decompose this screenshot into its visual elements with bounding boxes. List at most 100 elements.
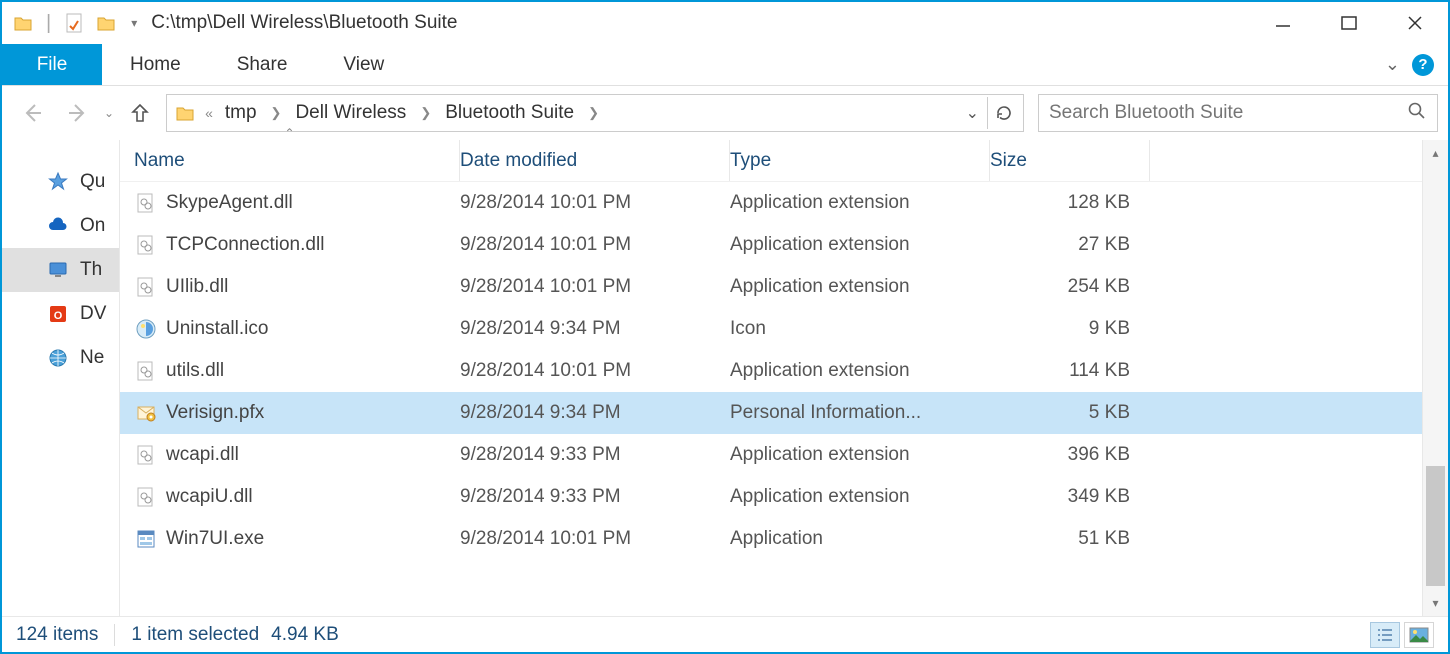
file-size: 349 KB	[990, 486, 1150, 508]
sidebar-item-label: Th	[80, 259, 102, 281]
column-headers: ⌃ Name Date modified Type Size	[120, 140, 1422, 182]
sidebar-item[interactable]: On	[2, 204, 119, 248]
recent-locations-icon[interactable]: ⌄	[104, 106, 114, 120]
address-dropdown-icon[interactable]: ⌄	[962, 99, 983, 127]
file-icon	[134, 443, 158, 467]
back-button[interactable]	[12, 93, 52, 133]
sidebar-item[interactable]: ODV	[2, 292, 119, 336]
column-name-label: Name	[134, 150, 185, 172]
file-name: Uninstall.ico	[166, 318, 268, 340]
file-row[interactable]: utils.dll 9/28/2014 10:01 PMApplication e…	[120, 350, 1422, 392]
qat-dropdown-icon[interactable]: ▾	[127, 16, 137, 30]
file-icon	[134, 233, 158, 257]
forward-button[interactable]	[58, 93, 98, 133]
properties-icon[interactable]	[63, 12, 85, 34]
minimize-button[interactable]	[1250, 3, 1316, 43]
file-type: Application extension	[730, 276, 990, 298]
scroll-thumb[interactable]	[1426, 466, 1445, 586]
office-icon: O	[46, 302, 70, 326]
address-ellipsis[interactable]: «	[201, 105, 217, 121]
address-bar[interactable]: « tmp ❯ Dell Wireless ❯ Bluetooth Suite …	[166, 94, 1024, 132]
file-size: 254 KB	[990, 276, 1150, 298]
column-name[interactable]: ⌃ Name	[120, 140, 460, 181]
file-name: wcapiU.dll	[166, 486, 253, 508]
status-separator	[114, 624, 115, 646]
body: Qu On Th ODV Ne ⌃ Name Date modified Type Si…	[2, 140, 1448, 616]
view-tab[interactable]: View	[315, 44, 412, 85]
help-icon[interactable]: ?	[1412, 54, 1434, 76]
sidebar-item[interactable]: Qu	[2, 160, 119, 204]
file-type: Application extension	[730, 234, 990, 256]
new-folder-icon[interactable]	[95, 12, 117, 34]
file-icon	[134, 401, 158, 425]
chevron-right-icon[interactable]: ❯	[582, 105, 605, 121]
sort-indicator-icon: ⌃	[284, 126, 294, 140]
column-type[interactable]: Type	[730, 140, 990, 181]
file-name: Verisign.pfx	[166, 402, 264, 424]
scroll-down-icon[interactable]: ▾	[1423, 590, 1448, 616]
address-folder-icon	[173, 101, 197, 125]
breadcrumb-seg-1[interactable]: Dell Wireless	[291, 102, 410, 124]
file-name: Win7UI.exe	[166, 528, 264, 550]
explorer-window: | ▾ C:\tmp\Dell Wireless\Bluetooth Suite…	[0, 0, 1450, 654]
file-row[interactable]: wcapi.dll9/28/2014 9:33 PMApplication ex…	[120, 434, 1422, 476]
file-row[interactable]: SkypeAgent.dll9/28/2014 10:01 PMApplicat…	[120, 182, 1422, 224]
scroll-track[interactable]	[1423, 166, 1448, 590]
globe-icon	[46, 346, 70, 370]
search-box[interactable]	[1038, 94, 1438, 132]
cloud-icon	[46, 214, 70, 238]
file-type: Application extension	[730, 486, 990, 508]
navigation-pane[interactable]: Qu On Th ODV Ne	[2, 140, 120, 616]
file-row[interactable]: TCPConnection.dll9/28/2014 10:01 PMAppli…	[120, 224, 1422, 266]
window-title: C:\tmp\Dell Wireless\Bluetooth Suite	[137, 12, 1250, 34]
details-view-button[interactable]	[1370, 622, 1400, 648]
file-type: Application extension	[730, 444, 990, 466]
file-name: wcapi.dll	[166, 444, 239, 466]
file-type: Application	[730, 528, 990, 550]
ribbon-expand-icon[interactable]: ⌄	[1385, 54, 1400, 75]
column-date[interactable]: Date modified	[460, 140, 730, 181]
scroll-up-icon[interactable]: ▴	[1423, 140, 1448, 166]
thumbnails-view-button[interactable]	[1404, 622, 1434, 648]
maximize-button[interactable]	[1316, 3, 1382, 43]
file-name: utils.dll	[166, 360, 224, 382]
file-row[interactable]: UIlib.dll9/28/2014 10:01 PMApplication e…	[120, 266, 1422, 308]
chevron-right-icon[interactable]: ❯	[265, 105, 288, 121]
navigation-bar: ⌄ « tmp ❯ Dell Wireless ❯ Bluetooth Suit…	[2, 86, 1448, 140]
status-item-count: 124 items	[16, 624, 98, 646]
sidebar-item[interactable]: Ne	[2, 336, 119, 380]
scrollbar[interactable]: ▴ ▾	[1422, 140, 1448, 616]
file-date: 9/28/2014 10:01 PM	[460, 234, 730, 256]
refresh-icon[interactable]	[987, 97, 1019, 129]
file-date: 9/28/2014 10:01 PM	[460, 360, 730, 382]
file-rows[interactable]: SkypeAgent.dll9/28/2014 10:01 PMApplicat…	[120, 182, 1422, 616]
share-tab[interactable]: Share	[209, 44, 316, 85]
file-icon	[134, 191, 158, 215]
chevron-right-icon[interactable]: ❯	[414, 105, 437, 121]
file-icon	[134, 359, 158, 383]
close-button[interactable]	[1382, 3, 1448, 43]
file-date: 9/28/2014 9:34 PM	[460, 318, 730, 340]
column-size[interactable]: Size	[990, 140, 1150, 181]
sidebar-item-label: Ne	[80, 347, 104, 369]
file-tab[interactable]: File	[2, 44, 102, 85]
file-row[interactable]: Uninstall.ico9/28/2014 9:34 PMIcon9 KB	[120, 308, 1422, 350]
view-mode-buttons	[1370, 622, 1434, 648]
breadcrumb-seg-2[interactable]: Bluetooth Suite	[441, 102, 578, 124]
file-type: Application extension	[730, 360, 990, 382]
sidebar-item[interactable]: Th	[2, 248, 119, 292]
file-date: 9/28/2014 9:34 PM	[460, 402, 730, 424]
breadcrumb-seg-0[interactable]: tmp	[221, 102, 261, 124]
up-button[interactable]	[120, 93, 160, 133]
file-row[interactable]: Verisign.pfx9/28/2014 9:34 PMPersonal In…	[120, 392, 1422, 434]
status-bar: 124 items 1 item selected 4.94 KB	[2, 616, 1448, 652]
file-row[interactable]: Win7UI.exe9/28/2014 10:01 PMApplication5…	[120, 518, 1422, 560]
file-type: Application extension	[730, 192, 990, 214]
home-tab[interactable]: Home	[102, 44, 209, 85]
search-icon[interactable]	[1407, 101, 1427, 126]
sidebar-item-label: On	[80, 215, 105, 237]
file-row[interactable]: wcapiU.dll9/28/2014 9:33 PMApplication e…	[120, 476, 1422, 518]
file-name: SkypeAgent.dll	[166, 192, 293, 214]
file-size: 114 KB	[990, 360, 1150, 382]
search-input[interactable]	[1049, 102, 1407, 124]
